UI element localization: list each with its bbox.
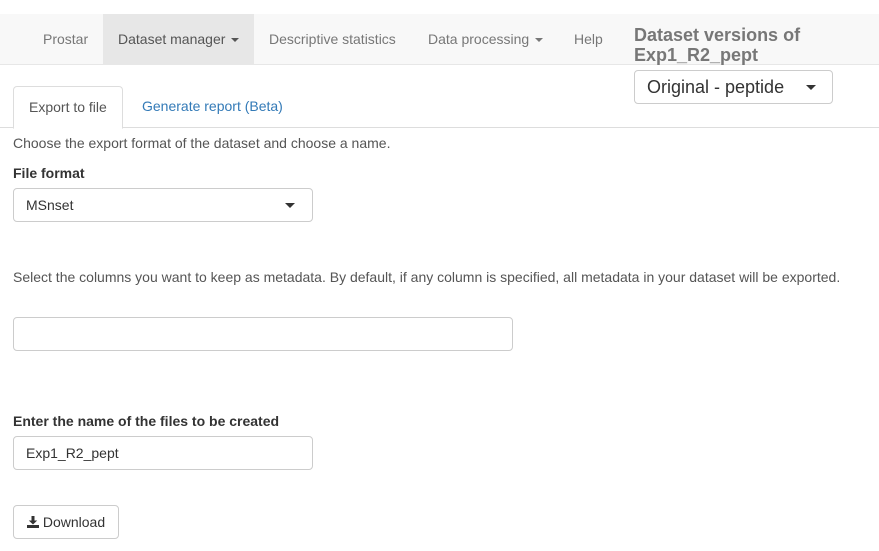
- download-label: Download: [42, 514, 106, 530]
- nav-item-label: Prostar: [43, 31, 89, 47]
- nav-item-prostar[interactable]: Prostar: [28, 14, 103, 65]
- nav-item-label: Data processing: [428, 31, 530, 47]
- metadata-help-text: Select the columns you want to keep as m…: [13, 269, 841, 285]
- file-format-value: MSnset: [26, 197, 74, 213]
- caret-down-icon: [806, 85, 816, 90]
- export-intro-text: Choose the export format of the dataset …: [13, 135, 391, 151]
- page: Prostar Dataset manager Descriptive stat…: [0, 0, 879, 551]
- download-icon: [26, 516, 39, 528]
- nav-item-data-processing[interactable]: Data processing: [413, 14, 558, 65]
- filename-input[interactable]: [13, 436, 313, 470]
- filename-label: Enter the name of the files to be create…: [13, 413, 280, 429]
- caret-down-icon: [535, 38, 544, 43]
- dataset-version-select[interactable]: Original - peptide: [634, 70, 833, 104]
- download-button[interactable]: Download: [13, 505, 119, 539]
- metadata-columns-input[interactable]: [13, 317, 513, 351]
- file-format-select[interactable]: MSnset: [13, 188, 313, 222]
- tab-export-to-file[interactable]: Export to file: [13, 86, 123, 129]
- nav-item-label: Dataset manager: [118, 31, 226, 47]
- nav-item-descriptive-statistics[interactable]: Descriptive statistics: [254, 14, 411, 65]
- nav-item-label: Descriptive statistics: [269, 31, 396, 47]
- tab-label: Export to file: [29, 99, 107, 115]
- caret-down-icon: [231, 38, 240, 43]
- nav-item-label: Help: [574, 31, 603, 47]
- caret-down-icon: [285, 203, 295, 208]
- navbar: Prostar Dataset manager Descriptive stat…: [0, 14, 879, 65]
- tab-label: Generate report (Beta): [142, 98, 283, 114]
- dataset-versions-title: Dataset versions of Exp1_R2_pept: [634, 25, 801, 65]
- nav-item-dataset-manager[interactable]: Dataset manager: [103, 14, 254, 65]
- tab-generate-report[interactable]: Generate report (Beta): [127, 86, 298, 128]
- file-format-label: File format: [13, 165, 85, 181]
- dataset-version-value: Original - peptide: [647, 77, 785, 97]
- nav-item-help[interactable]: Help: [559, 14, 618, 65]
